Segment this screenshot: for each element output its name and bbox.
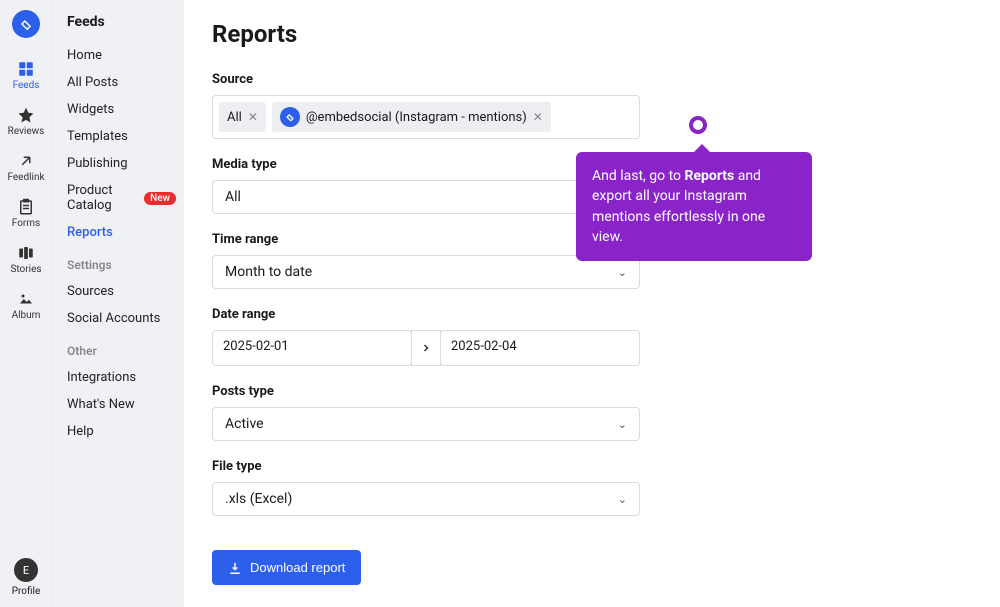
- rail-label: Feeds: [13, 80, 40, 91]
- sidebar-item-label: Home: [67, 48, 102, 63]
- sidebar-item-label: Integrations: [67, 370, 136, 385]
- section-label-other: Other: [59, 332, 184, 364]
- remove-tag-icon[interactable]: ✕: [533, 110, 543, 124]
- sidebar-item-sources[interactable]: Sources: [59, 278, 184, 305]
- source-logo-icon: [280, 107, 300, 127]
- sidebar-item-label: What's New: [67, 397, 135, 412]
- tooltip-bold: Reports: [685, 168, 735, 184]
- date-end-input[interactable]: 2025-02-04: [440, 330, 640, 366]
- chevron-down-icon: ⌄: [618, 418, 627, 431]
- sidebar-item-social-accounts[interactable]: Social Accounts: [59, 305, 184, 332]
- grid-icon: [17, 60, 35, 78]
- tag-text: @embedsocial (Instagram - mentions): [306, 110, 527, 125]
- rail-item-forms[interactable]: Forms: [0, 190, 52, 236]
- sidebar-item-product-catalog[interactable]: Product Catalog New: [59, 177, 184, 219]
- section-label-settings: Settings: [59, 246, 184, 278]
- timerange-select[interactable]: Month to date ⌄: [212, 255, 640, 289]
- sidebar-item-label: Publishing: [67, 156, 128, 171]
- clipboard-icon: [17, 198, 35, 216]
- app-logo: [12, 10, 40, 38]
- sidebar-item-whatsnew[interactable]: What's New: [59, 391, 184, 418]
- profile-button[interactable]: E Profile: [12, 558, 41, 597]
- sidebar-item-templates[interactable]: Templates: [59, 123, 184, 150]
- download-icon: [228, 561, 242, 575]
- rail-item-album[interactable]: Album: [0, 282, 52, 328]
- remove-tag-icon[interactable]: ✕: [248, 110, 258, 124]
- poststype-select[interactable]: Active ⌄: [212, 407, 640, 441]
- onboarding-tooltip: And last, go to Reports and export all y…: [576, 152, 812, 261]
- select-value: All: [225, 189, 241, 205]
- image-icon: [17, 290, 35, 308]
- sidebar-item-home[interactable]: Home: [59, 42, 184, 69]
- sidebar-item-label: Reports: [67, 225, 113, 240]
- tag-text: All: [227, 110, 242, 125]
- rail-label: Reviews: [8, 126, 45, 137]
- download-report-button[interactable]: Download report: [212, 550, 361, 585]
- source-input[interactable]: All ✕ @embedsocial (Instagram - mentions…: [212, 95, 640, 139]
- sidebar-item-label: Social Accounts: [67, 311, 160, 326]
- rail-label: Stories: [10, 264, 41, 275]
- rail-item-feeds[interactable]: Feeds: [0, 52, 52, 98]
- rail-item-feedlink[interactable]: Feedlink: [0, 144, 52, 190]
- sidebar-item-help[interactable]: Help: [59, 418, 184, 445]
- sidebar-item-label: Widgets: [67, 102, 114, 117]
- sidebar-item-reports[interactable]: Reports: [59, 219, 184, 246]
- columns-icon: [17, 244, 35, 262]
- new-badge: New: [144, 192, 176, 205]
- sidebar-item-label: Help: [67, 424, 94, 439]
- rail-label: Feedlink: [7, 172, 44, 183]
- sidebar-item-widgets[interactable]: Widgets: [59, 96, 184, 123]
- poststype-label: Posts type: [212, 384, 640, 399]
- rail-label: Forms: [12, 218, 40, 229]
- sidebar-heading: Feeds: [59, 10, 184, 42]
- chevron-right-icon: [420, 342, 432, 354]
- sidebar: Feeds Home All Posts Widgets Templates P…: [52, 0, 184, 607]
- select-value: .xls (Excel): [225, 491, 292, 507]
- sidebar-item-publishing[interactable]: Publishing: [59, 150, 184, 177]
- sidebar-item-integrations[interactable]: Integrations: [59, 364, 184, 391]
- rail-label: Album: [12, 310, 41, 321]
- button-label: Download report: [250, 560, 345, 575]
- select-value: Month to date: [225, 264, 312, 280]
- rail-item-reviews[interactable]: Reviews: [0, 98, 52, 144]
- chevron-down-icon: ⌄: [618, 493, 627, 506]
- share-icon: [17, 152, 35, 170]
- filetype-select[interactable]: .xls (Excel) ⌄: [212, 482, 640, 516]
- sidebar-item-label: All Posts: [67, 75, 118, 90]
- icon-rail: Feeds Reviews Feedlink Forms Stories Alb…: [0, 0, 52, 607]
- avatar: E: [14, 558, 38, 582]
- page-title: Reports: [212, 20, 972, 48]
- date-start-input[interactable]: 2025-02-01: [212, 330, 412, 366]
- rail-item-stories[interactable]: Stories: [0, 236, 52, 282]
- profile-label: Profile: [12, 586, 41, 597]
- main-content: Reports Source All ✕ @embedsocial (Insta…: [184, 0, 1000, 607]
- source-tag-account[interactable]: @embedsocial (Instagram - mentions) ✕: [272, 102, 551, 132]
- sidebar-item-allposts[interactable]: All Posts: [59, 69, 184, 96]
- select-value: Active: [225, 416, 264, 432]
- star-icon: [17, 106, 35, 124]
- filetype-label: File type: [212, 459, 640, 474]
- sidebar-item-label: Templates: [67, 129, 128, 144]
- tooltip-text: And last, go to: [592, 168, 685, 184]
- onboarding-ring: [689, 116, 707, 134]
- source-tag-all[interactable]: All ✕: [219, 102, 266, 132]
- chevron-down-icon: ⌄: [618, 266, 627, 279]
- sidebar-item-label: Product Catalog: [67, 183, 138, 213]
- sidebar-item-label: Sources: [67, 284, 114, 299]
- date-separator: [411, 330, 441, 366]
- source-label: Source: [212, 72, 640, 87]
- daterange-label: Date range: [212, 307, 640, 322]
